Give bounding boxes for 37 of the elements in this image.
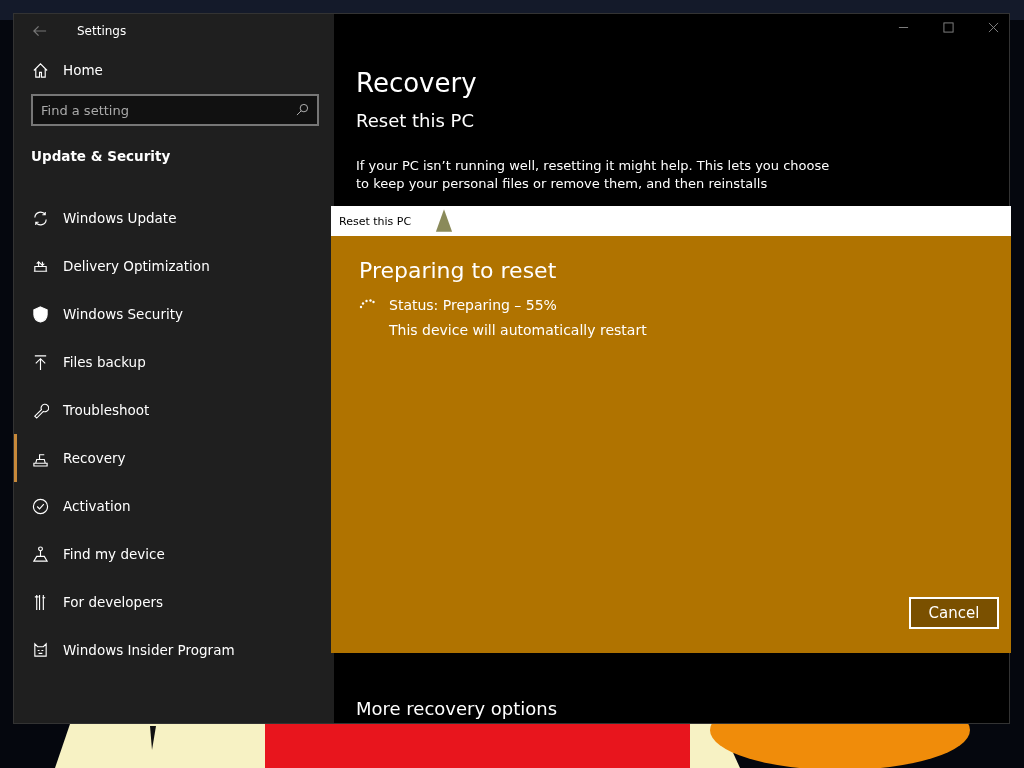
sidebar-item[interactable]: Find my device [14, 530, 319, 578]
home-nav-item[interactable]: Home [14, 50, 319, 90]
status-text: Status: Preparing – 55% [389, 296, 558, 315]
dialog-heading: Preparing to reset [359, 258, 558, 283]
description-text: to keep your personal files or remove them, and then reinstalls [356, 175, 769, 193]
section-title: More recovery options [356, 698, 559, 719]
sidebar-item[interactable]: Delivery Optimization [14, 242, 319, 290]
sidebar-item[interactable]: Files backup [14, 338, 319, 386]
sidebar-item[interactable]: Windows Update [14, 194, 319, 242]
window-title: Settings [77, 24, 127, 38]
cat-icon [32, 641, 49, 659]
tree-icon [435, 208, 454, 234]
dialog-title: Reset this PC [339, 214, 412, 228]
restart-note: This device will automatically restart [389, 321, 647, 340]
home-icon [32, 61, 49, 79]
upload-icon [32, 353, 49, 371]
sidebar-item[interactable]: For developers [14, 578, 319, 626]
section-title: Reset this PC [356, 110, 475, 131]
sync-icon [32, 209, 49, 227]
wrench-icon [32, 401, 49, 419]
sidebar-item[interactable]: Activation [14, 482, 319, 530]
close-icon[interactable] [988, 22, 999, 33]
cancel-button[interactable]: Cancel [909, 597, 999, 629]
section-heading: Update & Security [30, 147, 172, 166]
sidebar-item[interactable]: Windows Security [14, 290, 319, 338]
check-circle-icon [32, 497, 49, 515]
page-title: Recovery [356, 68, 478, 98]
sidebar-item[interactable]: Windows Insider Program [14, 626, 319, 674]
sidebar-item[interactable]: Troubleshoot [14, 386, 319, 434]
spinner-icon [359, 299, 375, 309]
shield-icon [32, 305, 49, 323]
search-icon [296, 103, 309, 116]
sidebar-item[interactable]: Recovery [14, 434, 319, 482]
search-field[interactable]: Find a setting [31, 94, 319, 126]
maximize-icon[interactable] [943, 22, 954, 33]
back-arrow-icon[interactable] [32, 25, 47, 37]
description-text: If your PC isn’t running well, resetting it might help. This lets you choose [356, 157, 831, 175]
